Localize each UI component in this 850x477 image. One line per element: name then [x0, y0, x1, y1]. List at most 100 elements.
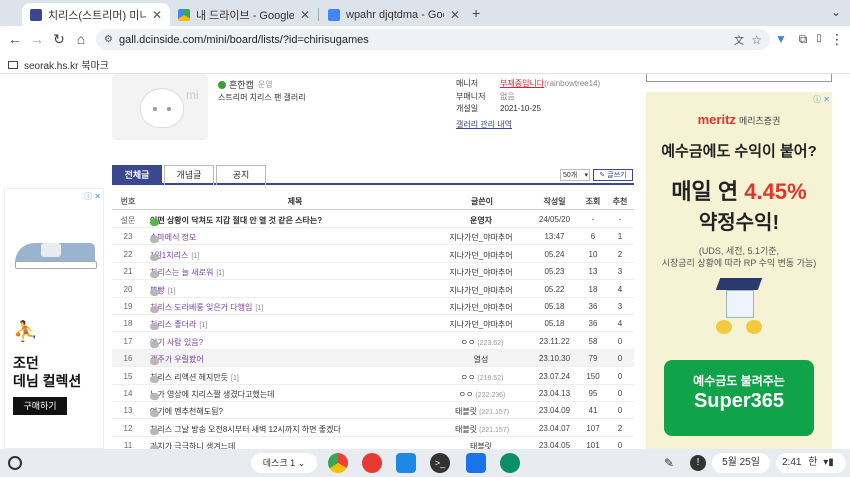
post-title-cell[interactable]: 가치가 극극하니 생겨느데 — [150, 441, 440, 449]
writer-name[interactable]: 열성 — [474, 355, 489, 364]
post-writer[interactable]: 지나가던_야마추어 — [442, 302, 522, 313]
owner-name[interactable]: 흔한캡 — [229, 78, 254, 91]
writer-name[interactable]: 태블릿 — [455, 407, 477, 416]
table-row[interactable]: 22 1일1치리스 [1] 지나가던_야마추어 05.24 10 2 — [112, 246, 634, 263]
terminal-icon[interactable]: >_ — [430, 453, 450, 473]
reply-count[interactable]: [1] — [216, 270, 224, 277]
write-button[interactable]: ✎ 글쓰기 — [593, 169, 633, 181]
bookmark-folder[interactable]: seorak.hs.kr 북마크 — [8, 57, 109, 72]
post-writer[interactable]: ㅇㅇ (222.236) — [442, 389, 522, 400]
right-ad[interactable]: ⓘ ✕ meritz 메리츠증권 예수금에도 수익이 붙어? 매일 연 4.45… — [646, 92, 832, 449]
close-icon[interactable]: ✕ — [300, 8, 310, 22]
post-writer[interactable]: 지나가던_야마추어 — [442, 267, 522, 278]
post-title-cell[interactable]: 치리스 좋더라 [1] — [150, 319, 440, 331]
left-ad[interactable]: ⓘ ✕ ⛹ 조던 데님 컬렉션 구매하기 — [4, 188, 104, 449]
translate-icon[interactable]: 文 — [734, 32, 744, 47]
table-row[interactable]: 14 누가 영상에 치리스짤 생겼다고했는데 ㅇㅇ (222.236) 23.04.13… — [112, 385, 634, 402]
table-row[interactable]: 13 여기에 멘추천해도됨? 태블릿 (221.157) 23.04.09 41 0 — [112, 402, 634, 420]
writer-name[interactable]: 지나가던_야마추어 — [449, 286, 512, 295]
chevron-down-icon[interactable]: ⌄ — [831, 5, 841, 19]
writer-name[interactable]: 운영자 — [470, 216, 492, 225]
post-title-cell[interactable]: 어떤 상황이 닥쳐도 지갑 절대 안 열 것 같은 스타는? — [150, 215, 440, 226]
classroom-icon[interactable] — [396, 453, 416, 473]
table-row[interactable]: 23 슈마메식 정모 지나가던_야마추어 13:47 6 1 — [112, 228, 634, 246]
writer-name[interactable]: 태블릿 — [455, 425, 477, 434]
post-title-cell[interactable]: 뿌빵[1] — [150, 285, 440, 296]
reload-icon[interactable]: ↻ — [50, 30, 68, 48]
post-writer[interactable]: 지나가던_야마추어 — [442, 285, 522, 296]
table-row[interactable]: 17 여기 사람 있음? ㅇㅇ (223.62) 23.11.22 58 0 — [112, 333, 634, 350]
chrome-icon[interactable] — [328, 453, 348, 473]
tab-notice[interactable]: 공지 — [216, 165, 266, 185]
post-title-cell[interactable]: 여기 사람 있음? — [150, 337, 440, 348]
reply-count[interactable]: [1] — [255, 305, 263, 312]
bookmark-star-icon[interactable]: ☆ — [751, 33, 762, 47]
tab-all-posts[interactable]: 전체글 — [112, 165, 162, 185]
post-title-cell[interactable]: 누가 영상에 치리스짤 생겼다고했는데 — [150, 389, 440, 400]
writer-name[interactable]: 지나가던_야마추어 — [449, 251, 512, 260]
post-writer[interactable]: 지나가던_야마추어 — [442, 250, 522, 261]
post-writer[interactable]: 태블릿 (221.157) — [442, 406, 522, 417]
writer-name[interactable]: ㅇㅇ — [459, 390, 474, 399]
ad-info-icon[interactable]: ⓘ ✕ — [813, 94, 830, 105]
post-writer[interactable]: ㅇㅇ (218.52) — [442, 372, 522, 383]
reply-count[interactable]: [1] — [168, 288, 176, 295]
manage-history-link[interactable]: 갤러리 관리 내역 — [456, 120, 512, 129]
post-title-cell[interactable]: 치리스 그날 방송 오전8시부터 새벽 12시까지 하면 좋겠다 — [150, 424, 440, 435]
home-icon[interactable]: ⌂ — [72, 30, 90, 48]
ad-cta-button[interactable]: 예수금도 불려주는 Super365 — [664, 360, 814, 436]
tab-dcinside[interactable]: 치리스(스트리머) 미니 갤러리 - ✕ — [22, 3, 170, 26]
date-pill[interactable]: 5월 25일 — [712, 453, 770, 473]
notification-icon[interactable]: ! — [690, 455, 706, 471]
post-title[interactable]: 치리스 그날 방송 오전8시부터 새벽 12시까지 하면 좋겠다 — [150, 425, 341, 434]
other-app-icon[interactable] — [500, 453, 520, 473]
writer-name[interactable]: 지나가던_야마추어 — [449, 303, 512, 312]
paint-app-icon[interactable] — [362, 453, 382, 473]
stylus-icon[interactable]: ✎ — [664, 456, 674, 470]
address-bar[interactable]: ⚙ gall.dcinside.com/mini/board/lists/?id… — [96, 29, 770, 50]
table-row[interactable]: 20 뿌빵[1] 지나가던_야마추어 05.22 18 4 — [112, 281, 634, 298]
table-row[interactable]: 19 치리스 도라베룽 잊은거 다행임 [1] 지나가던_야마추어 05.18 36 3 — [112, 298, 634, 315]
writer-name[interactable]: 지나가던_야마추어 — [449, 320, 512, 329]
ad-info-icon[interactable]: ⓘ ✕ — [84, 191, 101, 202]
post-title-cell[interactable]: 치리스 리액션 헤지만듯 [1] — [150, 372, 440, 383]
post-writer[interactable]: 운영자 — [442, 215, 522, 226]
launcher-icon[interactable] — [8, 456, 22, 470]
post-title-cell[interactable]: 슈마메식 정모 — [150, 232, 440, 244]
reply-count[interactable]: [1] — [231, 375, 239, 382]
side-panel-icon[interactable]: ▯ — [810, 30, 828, 48]
manager-value[interactable]: 부재중입니다 — [500, 79, 544, 88]
table-row[interactable]: 11 가치가 극극하니 생겨느데 태블릿 23.04.05 101 0 — [112, 437, 634, 449]
post-title-cell[interactable]: 1일1치리스 [1] — [150, 250, 440, 261]
menu-icon[interactable]: ⋮ — [828, 30, 846, 48]
post-title[interactable]: 누가 영상에 치리스짤 생겼다고했는데 — [150, 390, 274, 399]
reply-count[interactable]: [1] — [191, 253, 199, 260]
tab-concept[interactable]: 개념글 — [164, 165, 214, 185]
close-icon[interactable]: ✕ — [152, 8, 162, 22]
post-title[interactable]: 치리스는 늘 새로워 — [150, 268, 213, 277]
post-title[interactable]: 여기에 멘추천해도됨? — [150, 407, 223, 416]
status-tray[interactable]: 2:41 한 ▾▮ — [776, 453, 846, 473]
table-row[interactable]: 16 갤주가 우릴봤어 열성 23.10.30 79 0 — [112, 350, 634, 368]
post-writer[interactable]: ㅇㅇ (223.62) — [442, 337, 522, 348]
post-writer[interactable]: 태블릿 — [442, 441, 522, 449]
list-count-select[interactable]: 50개 ▾ — [560, 169, 590, 181]
post-writer[interactable]: 지나가던_야마추어 — [442, 232, 522, 243]
writer-name[interactable]: 태블릿 — [470, 442, 492, 449]
desk-button[interactable]: 데스크 1 ⌄ — [251, 453, 317, 473]
post-writer[interactable]: 열성 — [442, 354, 522, 365]
post-title[interactable]: 치리스 도라베룽 잊은거 다행임 — [150, 303, 252, 312]
writer-name[interactable]: ㅇㅇ — [461, 373, 476, 382]
files-icon[interactable] — [466, 453, 486, 473]
new-tab-button[interactable]: + — [472, 5, 480, 21]
tab-docs[interactable]: wpahr djqtdma - Google Docs ✕ — [320, 3, 468, 26]
post-title[interactable]: 치리스 리액션 헤지만듯 — [150, 373, 228, 382]
reply-count[interactable]: [1] — [199, 322, 207, 329]
table-row[interactable]: 15 치리스 리액션 헤지만듯 [1] ㅇㅇ (218.52) 23.07.24 150 0 — [112, 368, 634, 385]
forward-icon[interactable]: → — [28, 30, 46, 48]
table-row[interactable]: 21 치리스는 늘 새로워 [1] 지나가던_야마추어 05.23 13 3 — [112, 263, 634, 281]
close-icon[interactable]: ✕ — [450, 8, 460, 22]
post-title-cell[interactable]: 갤주가 우릴봤어 — [150, 354, 440, 366]
post-title-cell[interactable]: 치리스는 늘 새로워 [1] — [150, 267, 440, 279]
table-row[interactable]: 18 치리스 좋더라 [1] 지나가던_야마추어 05.18 36 4 — [112, 315, 634, 333]
